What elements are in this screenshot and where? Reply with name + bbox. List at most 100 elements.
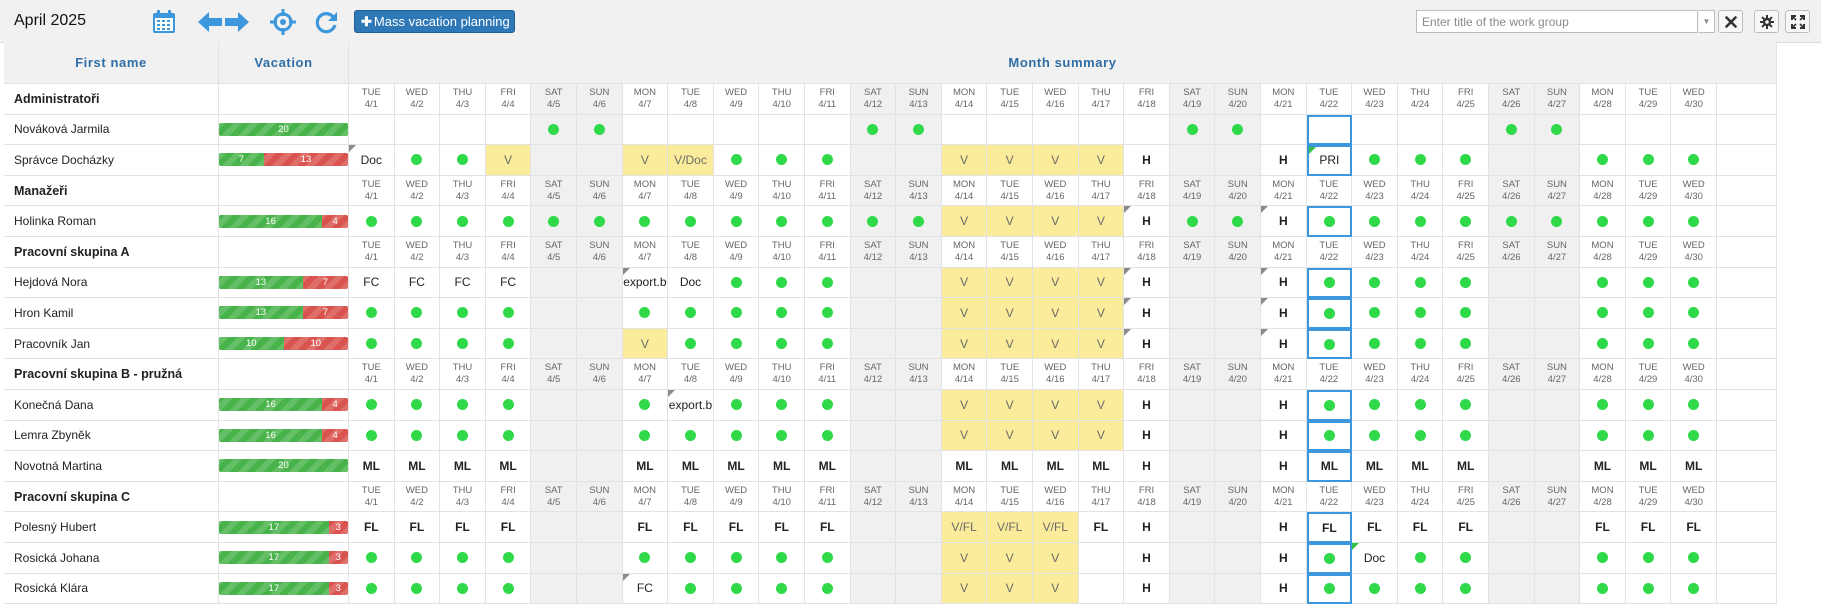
- day-cell[interactable]: ML: [1671, 451, 1717, 482]
- day-cell[interactable]: [1261, 114, 1307, 146]
- day-cell[interactable]: H: [1261, 543, 1307, 574]
- day-cell[interactable]: FL: [668, 512, 714, 543]
- day-cell[interactable]: ML: [1078, 451, 1125, 482]
- employee-name[interactable]: Hron Kamil: [4, 298, 219, 329]
- day-cell[interactable]: V: [1033, 298, 1079, 329]
- day-cell[interactable]: FL: [394, 512, 441, 543]
- day-cell[interactable]: FL: [1397, 512, 1444, 543]
- day-cell[interactable]: [1352, 298, 1398, 329]
- day-cell[interactable]: [622, 543, 669, 574]
- day-cell[interactable]: [759, 573, 805, 605]
- day-cell[interactable]: [1671, 298, 1717, 329]
- day-cell[interactable]: V: [622, 145, 669, 176]
- day-cell[interactable]: [1443, 145, 1489, 176]
- day-cell[interactable]: [896, 298, 942, 329]
- day-cell[interactable]: [531, 390, 577, 421]
- settings-button[interactable]: [1754, 10, 1779, 33]
- calendar-icon[interactable]: [150, 8, 178, 36]
- day-cell[interactable]: [850, 298, 897, 329]
- day-cell[interactable]: [394, 573, 441, 605]
- day-cell[interactable]: [1169, 451, 1216, 482]
- day-cell[interactable]: [440, 390, 486, 421]
- day-cell[interactable]: [1215, 114, 1261, 146]
- day-cell[interactable]: [1625, 328, 1672, 360]
- day-cell[interactable]: [1397, 114, 1444, 146]
- day-cell[interactable]: [485, 543, 532, 574]
- day-cell[interactable]: [1580, 328, 1626, 360]
- day-cell[interactable]: [1352, 328, 1398, 360]
- day-cell[interactable]: [1625, 390, 1672, 421]
- day-cell[interactable]: [759, 543, 805, 574]
- day-cell[interactable]: V: [987, 145, 1033, 176]
- employee-name[interactable]: Rosická Johana: [4, 543, 219, 574]
- clear-workgroup-button[interactable]: [1718, 10, 1743, 33]
- day-cell[interactable]: [850, 451, 897, 482]
- day-cell[interactable]: [668, 328, 714, 360]
- day-cell[interactable]: [440, 328, 486, 360]
- day-cell[interactable]: V: [1033, 328, 1079, 360]
- day-cell[interactable]: [850, 390, 897, 421]
- day-cell[interactable]: [577, 114, 623, 146]
- day-cell[interactable]: [1215, 328, 1261, 360]
- day-cell[interactable]: V: [1078, 328, 1125, 360]
- day-cell[interactable]: [1033, 114, 1079, 146]
- day-cell[interactable]: [1215, 543, 1261, 574]
- day-cell[interactable]: [1625, 420, 1672, 452]
- day-cell[interactable]: ML: [805, 451, 851, 482]
- day-cell[interactable]: [759, 267, 805, 299]
- day-cell[interactable]: [440, 420, 486, 452]
- day-cell[interactable]: [850, 573, 897, 605]
- day-cell[interactable]: [1397, 206, 1444, 237]
- day-cell[interactable]: [349, 420, 395, 452]
- day-cell[interactable]: V/FL: [987, 512, 1033, 543]
- day-cell[interactable]: FL: [1671, 512, 1717, 543]
- day-cell[interactable]: export.b: [622, 267, 669, 299]
- day-cell[interactable]: ML: [622, 451, 669, 482]
- day-cell[interactable]: [1625, 206, 1672, 237]
- day-cell[interactable]: [1306, 390, 1353, 421]
- day-cell[interactable]: [1534, 206, 1581, 237]
- day-cell[interactable]: [759, 298, 805, 329]
- day-cell[interactable]: [713, 420, 760, 452]
- day-cell[interactable]: ML: [713, 451, 760, 482]
- day-cell[interactable]: V: [1078, 267, 1125, 299]
- day-cell[interactable]: [1306, 420, 1353, 452]
- day-cell[interactable]: [1625, 298, 1672, 329]
- day-cell[interactable]: [577, 451, 623, 482]
- day-cell[interactable]: H: [1261, 390, 1307, 421]
- day-cell[interactable]: V: [1078, 298, 1125, 329]
- day-cell[interactable]: [531, 451, 577, 482]
- day-cell[interactable]: [1489, 390, 1535, 421]
- day-cell[interactable]: [1625, 114, 1672, 146]
- day-cell[interactable]: V: [1033, 267, 1079, 299]
- day-cell[interactable]: V/FL: [1033, 512, 1079, 543]
- day-cell[interactable]: V: [1078, 145, 1125, 176]
- day-cell[interactable]: [1078, 114, 1125, 146]
- day-cell[interactable]: [1580, 114, 1626, 146]
- day-cell[interactable]: [485, 420, 532, 452]
- day-cell[interactable]: H: [1261, 573, 1307, 605]
- day-cell[interactable]: [349, 298, 395, 329]
- day-cell[interactable]: FL: [1352, 512, 1398, 543]
- day-cell[interactable]: [440, 543, 486, 574]
- day-cell[interactable]: [349, 206, 395, 237]
- day-cell[interactable]: V: [987, 267, 1033, 299]
- day-cell[interactable]: [1397, 328, 1444, 360]
- day-cell[interactable]: FC: [349, 267, 395, 299]
- day-cell[interactable]: [1397, 573, 1444, 605]
- day-cell[interactable]: FC: [485, 267, 532, 299]
- day-cell[interactable]: [668, 298, 714, 329]
- day-cell[interactable]: ML: [485, 451, 532, 482]
- day-cell[interactable]: [1580, 206, 1626, 237]
- day-cell[interactable]: [577, 573, 623, 605]
- day-cell[interactable]: [394, 298, 441, 329]
- day-cell[interactable]: [1671, 206, 1717, 237]
- day-cell[interactable]: [1443, 420, 1489, 452]
- crosshair-icon[interactable]: [270, 8, 296, 36]
- day-cell[interactable]: V: [941, 298, 988, 329]
- day-cell[interactable]: [577, 267, 623, 299]
- day-cell[interactable]: [1169, 390, 1216, 421]
- day-cell[interactable]: [1443, 114, 1489, 146]
- day-cell[interactable]: [440, 206, 486, 237]
- day-cell[interactable]: [577, 145, 623, 176]
